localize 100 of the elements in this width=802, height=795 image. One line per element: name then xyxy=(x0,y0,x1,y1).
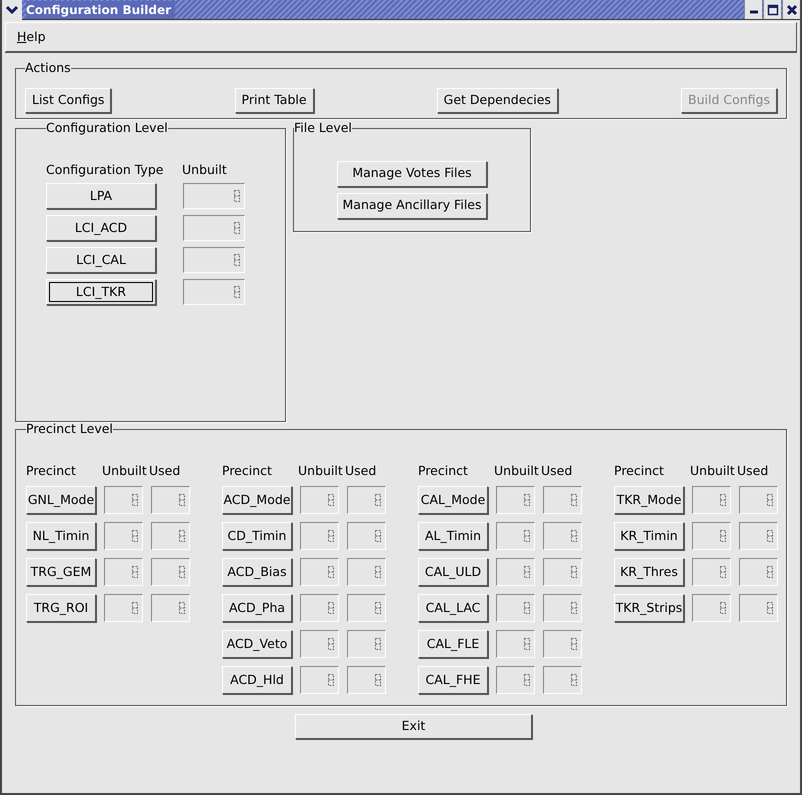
file-button[interactable]: Manage Ancillary Files xyxy=(337,192,487,218)
input-field[interactable] xyxy=(183,247,245,274)
input-field[interactable] xyxy=(739,486,778,514)
precinct-button[interactable]: GNL_Mode xyxy=(26,486,96,514)
input-field[interactable] xyxy=(151,486,190,514)
glyph-box-icon xyxy=(328,566,334,578)
precinct-button[interactable]: AL_Timin xyxy=(418,522,488,550)
precinct-button[interactable]: TKR_Mode xyxy=(614,486,684,514)
glyph-box-icon xyxy=(524,530,530,542)
precinct-button[interactable]: CAL_Mode xyxy=(418,486,488,514)
input-field[interactable] xyxy=(104,594,143,622)
input-field[interactable] xyxy=(347,594,386,622)
precinct-button[interactable]: TRG_GEM xyxy=(26,558,96,586)
input-field[interactable] xyxy=(347,486,386,514)
precinct-button[interactable]: CD_Timin xyxy=(222,522,292,550)
input-field[interactable] xyxy=(151,594,190,622)
input-field[interactable] xyxy=(300,558,339,586)
column-header: Used xyxy=(737,462,768,480)
precinct-button[interactable]: NL_Timin xyxy=(26,522,96,550)
input-field[interactable] xyxy=(300,522,339,550)
input-field[interactable] xyxy=(151,558,190,586)
precinct-button[interactable]: CAL_ULD xyxy=(418,558,488,586)
precinct-button[interactable]: CAL_FHE xyxy=(418,666,488,694)
glyph-box-icon xyxy=(179,566,185,578)
config-type-button[interactable]: LCI_TKR xyxy=(46,279,156,306)
input-field[interactable] xyxy=(104,522,143,550)
exit-button[interactable]: Exit xyxy=(295,714,532,739)
close-icon[interactable] xyxy=(782,0,800,19)
config-type-button[interactable]: LCI_CAL xyxy=(46,247,156,274)
input-field[interactable] xyxy=(739,594,778,622)
glyph-box-icon xyxy=(328,530,334,542)
precinct-button[interactable]: ACD_Pha xyxy=(222,594,292,622)
config-type-button[interactable]: LCI_ACD xyxy=(46,215,156,242)
precinct-button[interactable]: KR_Thres xyxy=(614,558,684,586)
input-field[interactable] xyxy=(543,522,582,550)
input-field[interactable] xyxy=(347,558,386,586)
input-field[interactable] xyxy=(739,522,778,550)
input-field[interactable] xyxy=(183,279,245,306)
precinct-button[interactable]: ACD_Mode xyxy=(222,486,292,514)
input-field[interactable] xyxy=(496,486,535,514)
input-field[interactable] xyxy=(300,594,339,622)
column-header: Precinct xyxy=(418,462,469,480)
input-field[interactable] xyxy=(300,630,339,658)
glyph-box-icon xyxy=(571,566,577,578)
input-field[interactable] xyxy=(183,183,245,210)
input-field[interactable] xyxy=(496,666,535,694)
action-button[interactable]: Print Table xyxy=(234,88,314,112)
column-header: Precinct xyxy=(614,462,665,480)
glyph-box-icon xyxy=(179,494,185,506)
input-field[interactable] xyxy=(347,630,386,658)
input-field[interactable] xyxy=(543,630,582,658)
input-field[interactable] xyxy=(692,486,731,514)
glyph-box-icon xyxy=(375,566,381,578)
maximize-icon[interactable] xyxy=(763,0,781,19)
input-field[interactable] xyxy=(347,522,386,550)
precinct-button[interactable]: TRG_ROI xyxy=(26,594,96,622)
glyph-box-icon xyxy=(720,602,726,614)
glyph-box-icon xyxy=(767,566,773,578)
file-button[interactable]: Manage Votes Files xyxy=(337,160,487,186)
input-field[interactable] xyxy=(300,486,339,514)
precinct-button[interactable]: CAL_FLE xyxy=(418,630,488,658)
input-field[interactable] xyxy=(496,558,535,586)
glyph-box-icon xyxy=(767,530,773,542)
glyph-box-icon xyxy=(328,602,334,614)
input-field[interactable] xyxy=(347,666,386,694)
config-type-button[interactable]: LPA xyxy=(46,183,156,210)
precinct-button[interactable]: TKR_Strips xyxy=(614,594,684,622)
input-field[interactable] xyxy=(496,522,535,550)
input-field[interactable] xyxy=(104,486,143,514)
input-field[interactable] xyxy=(692,558,731,586)
input-field[interactable] xyxy=(300,666,339,694)
input-field[interactable] xyxy=(104,558,143,586)
precinct-button[interactable]: ACD_Bias xyxy=(222,558,292,586)
group-title: Precinct Level xyxy=(26,423,113,436)
input-field[interactable] xyxy=(692,594,731,622)
window-menu-icon[interactable] xyxy=(2,0,22,20)
column-header: Used xyxy=(541,462,572,480)
input-field[interactable] xyxy=(543,594,582,622)
input-field[interactable] xyxy=(739,558,778,586)
group-title: File Level xyxy=(294,122,352,134)
action-button[interactable]: Get Dependecies xyxy=(436,88,558,112)
precinct-button[interactable]: ACD_Hld xyxy=(222,666,292,694)
input-field[interactable] xyxy=(151,522,190,550)
precinct-button[interactable]: ACD_Veto xyxy=(222,630,292,658)
input-field[interactable] xyxy=(183,215,245,242)
input-field[interactable] xyxy=(496,630,535,658)
glyph-box-icon xyxy=(524,674,530,686)
glyph-box-icon xyxy=(767,602,773,614)
precinct-button[interactable]: CAL_LAC xyxy=(418,594,488,622)
menu-item[interactable]: Help xyxy=(16,28,47,46)
action-button[interactable]: List Configs xyxy=(25,88,112,112)
input-field[interactable] xyxy=(543,486,582,514)
precinct-button[interactable]: KR_Timin xyxy=(614,522,684,550)
input-field[interactable] xyxy=(543,666,582,694)
glyph-box-icon xyxy=(720,530,726,542)
minimize-icon[interactable] xyxy=(744,0,762,19)
input-field[interactable] xyxy=(543,558,582,586)
input-field[interactable] xyxy=(496,594,535,622)
input-field[interactable] xyxy=(692,522,731,550)
glyph-box-icon xyxy=(328,494,334,506)
